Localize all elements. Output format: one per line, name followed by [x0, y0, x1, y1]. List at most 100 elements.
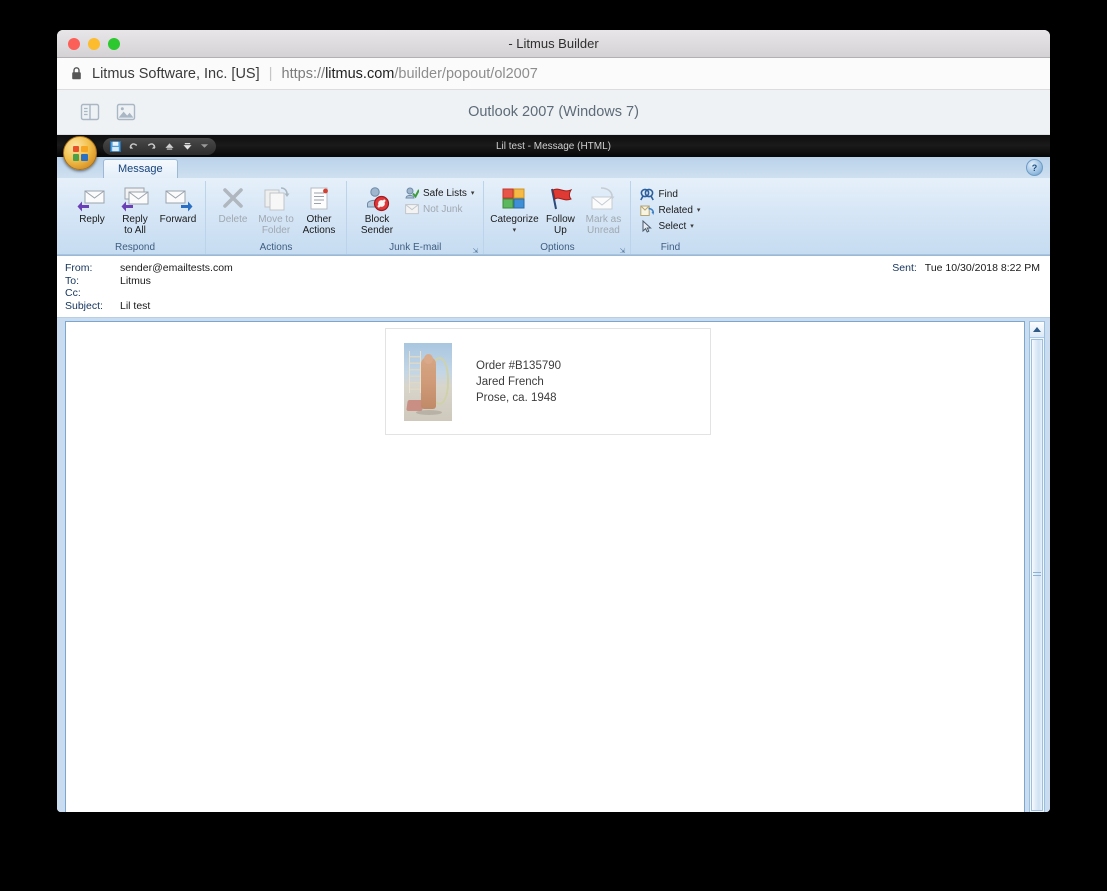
- help-icon[interactable]: ?: [1026, 159, 1043, 176]
- tab-message[interactable]: Message: [103, 159, 178, 178]
- junk-email-dialog-launcher-icon[interactable]: ⇲: [471, 245, 479, 255]
- image-icon[interactable]: [113, 99, 139, 125]
- outlook-ribbon: Message ? Reply Reply to All Forward Res…: [57, 157, 1050, 256]
- other-actions-icon: [306, 184, 332, 214]
- categorize-icon: [501, 184, 527, 214]
- select-label: Select: [658, 220, 687, 232]
- reply-icon: [77, 184, 107, 214]
- find-button[interactable]: Find: [637, 186, 703, 202]
- follow-up-icon: [546, 184, 574, 214]
- junk-email-label-text: Junk E-mail: [389, 242, 442, 253]
- from-label: From:: [65, 262, 93, 275]
- block-sender-label-1: Block: [364, 214, 390, 225]
- mail-header-row-to: To: Litmus: [65, 275, 1042, 288]
- chevron-down-icon: ▾: [470, 190, 475, 197]
- other-actions-label-1: Other: [306, 214, 332, 225]
- litmus-toolbar: Outlook 2007 (Windows 7): [57, 90, 1050, 135]
- mark-as-unread-button[interactable]: Mark as Unread: [582, 183, 624, 236]
- categorize-button[interactable]: Categorize ▾: [490, 183, 539, 236]
- mail-body-scrollbar[interactable]: [1029, 321, 1045, 812]
- related-icon: [640, 205, 655, 216]
- artwork-title-year: Prose, ca. 1948: [476, 391, 557, 404]
- move-to-folder-label-2: Folder: [261, 225, 291, 236]
- reply-all-button[interactable]: Reply to All: [114, 183, 156, 236]
- reply-all-label-2: to All: [124, 225, 146, 236]
- ribbon-group-junk-email: Block Sender Safe Lists ▾ Not Junk Junk …: [346, 181, 483, 255]
- artist-name: Jared French: [476, 375, 544, 388]
- select-button[interactable]: Select ▾: [637, 218, 703, 234]
- chevron-down-icon: ▾: [512, 227, 517, 234]
- window-controls: [68, 38, 120, 50]
- split-pane-icon[interactable]: [77, 99, 103, 125]
- mark-as-unread-icon: [589, 184, 617, 214]
- move-to-folder-label-1: Move to: [258, 214, 294, 225]
- office-button[interactable]: [63, 136, 97, 170]
- undo-icon[interactable]: [128, 141, 139, 152]
- related-button[interactable]: Related ▾: [637, 202, 703, 218]
- quick-access-toolbar: [103, 137, 216, 155]
- safe-lists-icon: [405, 187, 419, 198]
- browser-titlebar: - Litmus Builder: [57, 30, 1050, 58]
- forward-label-1: Forward: [159, 214, 197, 225]
- chevron-down-icon: ▾: [696, 207, 701, 214]
- forward-button[interactable]: Forward: [157, 183, 199, 225]
- safe-lists-button[interactable]: Safe Lists ▾: [402, 185, 477, 201]
- follow-up-label-1: Follow: [545, 214, 575, 225]
- email-product-card: Order #B135790 Jared French Prose, ca. 1…: [385, 328, 711, 435]
- close-window-button[interactable]: [68, 38, 80, 50]
- customize-qat-icon[interactable]: [200, 142, 209, 150]
- other-actions-button[interactable]: Other Actions: [298, 183, 340, 236]
- delete-button[interactable]: Delete: [212, 183, 254, 225]
- subject-label: Subject:: [65, 299, 103, 312]
- mail-header: From: sender@emailtests.com To: Litmus C…: [57, 256, 1050, 318]
- sent-value: Tue 10/30/2018 8:22 PM: [924, 262, 1040, 274]
- mark-as-unread-label-1: Mark as: [585, 214, 622, 225]
- ribbon-group-actions-label: Actions: [259, 242, 293, 253]
- chevron-down-icon: ▾: [690, 223, 694, 230]
- litmus-client-name: Outlook 2007 (Windows 7): [468, 104, 639, 120]
- redo-icon[interactable]: [146, 141, 157, 152]
- delete-icon: [220, 184, 246, 214]
- order-number: Order #B135790: [476, 359, 562, 372]
- to-value: Litmus: [120, 274, 151, 287]
- ribbon-group-find: Find Related ▾ Select ▾ Find: [630, 181, 709, 254]
- reply-label-1: Reply: [79, 214, 105, 225]
- minimize-window-button[interactable]: [88, 38, 100, 50]
- ribbon-group-find-label: Find: [660, 242, 681, 253]
- subject-value: Lil test: [120, 299, 151, 312]
- options-dialog-launcher-icon[interactable]: ⇲: [618, 245, 626, 255]
- reply-all-label-1: Reply: [122, 214, 148, 225]
- not-junk-button[interactable]: Not Junk: [402, 201, 477, 217]
- previous-item-icon[interactable]: [164, 142, 175, 151]
- move-to-folder-button[interactable]: Move to Folder: [255, 183, 297, 236]
- block-sender-icon: [363, 184, 391, 214]
- browser-url-bar[interactable]: Litmus Software, Inc. [US] | https://lit…: [57, 58, 1050, 90]
- find-label: Find: [658, 188, 678, 200]
- url-scheme: https://: [281, 65, 326, 82]
- save-icon[interactable]: [110, 140, 121, 152]
- cc-label: Cc:: [65, 287, 81, 300]
- mark-as-unread-label-2: Unread: [587, 225, 620, 236]
- artwork-shadow: [416, 409, 442, 415]
- browser-window: - Litmus Builder Litmus Software, Inc. […: [57, 30, 1050, 812]
- ribbon-tabstrip: Message ?: [57, 157, 1050, 178]
- ribbon-group-junk-email-label: Junk E-mail ⇲: [353, 241, 479, 255]
- next-item-icon[interactable]: [182, 142, 193, 151]
- ribbon-group-options: Categorize ▾ Follow Up Mark as Unread Op…: [483, 181, 630, 255]
- mail-body-wrapper: Order #B135790 Jared French Prose, ca. 1…: [57, 318, 1050, 812]
- url-host: litmus.com: [325, 65, 395, 82]
- options-label-text: Options: [540, 242, 575, 253]
- outlook-client: Lil test - Message (HTML) Message ? Repl…: [57, 135, 1050, 812]
- scroll-thumb[interactable]: [1031, 339, 1043, 811]
- maximize-window-button[interactable]: [108, 38, 120, 50]
- move-to-folder-icon: [262, 184, 290, 214]
- scroll-up-arrow[interactable]: [1030, 322, 1044, 338]
- forward-icon: [163, 184, 193, 214]
- follow-up-button[interactable]: Follow Up: [539, 183, 581, 236]
- mail-header-row-subject: Subject: Lil test: [65, 300, 1042, 313]
- reply-button[interactable]: Reply: [71, 183, 113, 225]
- safe-lists-label: Safe Lists: [423, 187, 467, 199]
- browser-window-title: - Litmus Builder: [508, 36, 599, 51]
- ribbon-body: Reply Reply to All Forward Respond Delet…: [57, 178, 1050, 255]
- block-sender-button[interactable]: Block Sender: [353, 183, 401, 236]
